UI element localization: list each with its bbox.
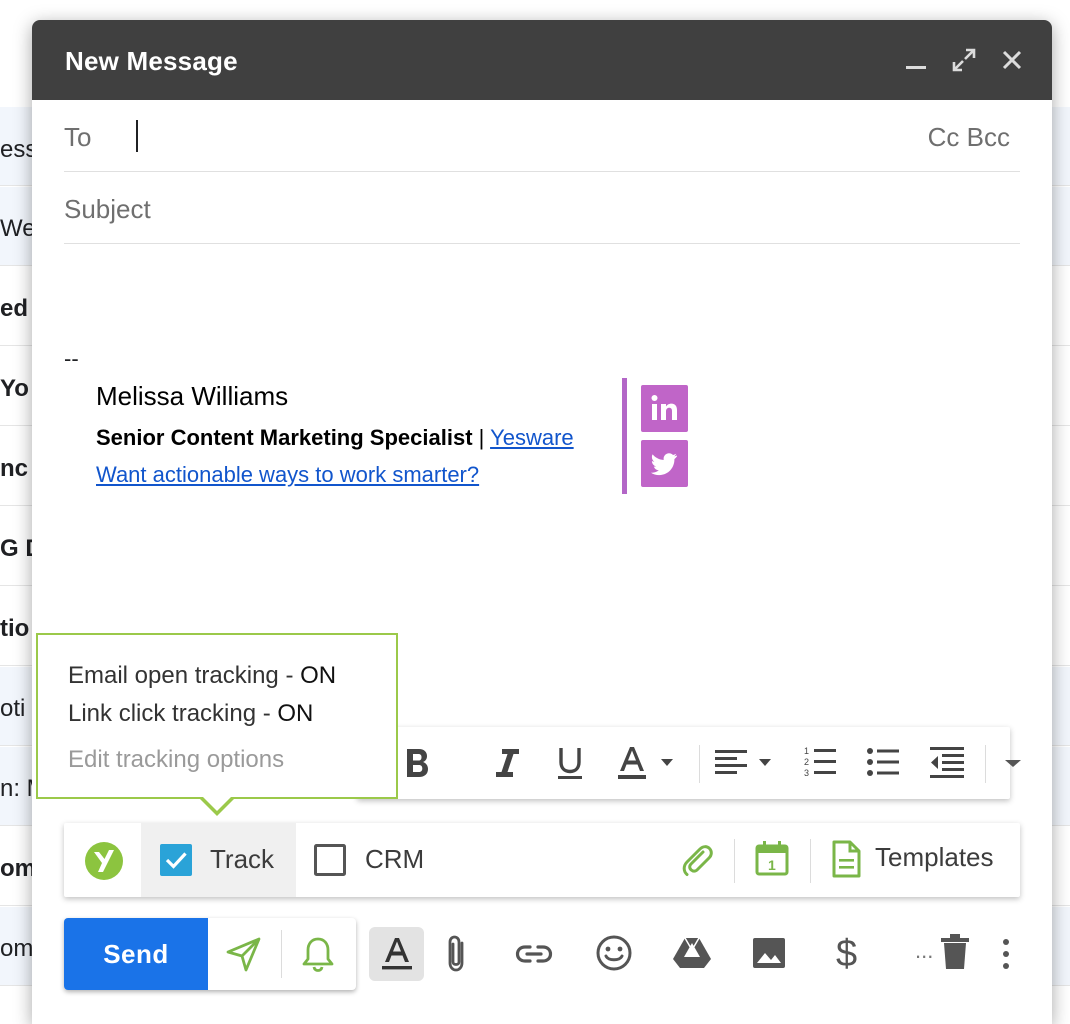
- text-format-icon: [382, 938, 412, 970]
- text-color-icon[interactable]: [615, 743, 685, 783]
- track-toggle[interactable]: Track: [141, 823, 296, 897]
- svg-text:$: $: [836, 933, 857, 974]
- svg-text:1: 1: [804, 746, 809, 756]
- dollar-icon[interactable]: $: [834, 930, 864, 974]
- align-icon[interactable]: [713, 743, 783, 783]
- svg-text:3: 3: [804, 768, 809, 778]
- tooltip-arrow-inner: [203, 797, 231, 811]
- text-caret: [136, 120, 138, 152]
- compose-header[interactable]: New Message: [32, 20, 1052, 100]
- signature-name: Melissa Williams: [96, 381, 289, 411]
- to-field[interactable]: To Cc Bcc: [64, 100, 1020, 172]
- track-label: Track: [210, 844, 275, 874]
- compose-window: New Message To Cc Bcc Subject -- Melissa…: [32, 20, 1052, 1024]
- discard-trash-icon[interactable]: [938, 932, 972, 972]
- twitter-icon[interactable]: [641, 440, 688, 487]
- svg-text:1: 1: [768, 857, 776, 873]
- edit-tracking-options-link[interactable]: Edit tracking options: [68, 746, 284, 774]
- expand-icon[interactable]: [948, 44, 980, 76]
- bulleted-list-icon[interactable]: [865, 743, 905, 783]
- signature-title: Senior Content Marketing Specialist: [96, 425, 473, 450]
- link-tracking-state: ON: [277, 700, 314, 727]
- insert-link-icon[interactable]: [514, 937, 554, 971]
- templates-button[interactable]: Templates: [830, 823, 1010, 897]
- tracking-tooltip: Email open tracking - ON Link click trac…: [36, 633, 398, 799]
- more-formatting-icon[interactable]: [997, 743, 1029, 783]
- google-drive-icon[interactable]: [672, 935, 712, 971]
- toolbar-divider: [281, 930, 282, 978]
- send-button[interactable]: Send: [64, 918, 208, 990]
- yesware-logo-icon[interactable]: [84, 841, 124, 881]
- formatting-options-button[interactable]: [369, 927, 424, 981]
- emoji-icon[interactable]: [594, 933, 634, 973]
- subject-field[interactable]: Subject: [64, 172, 1020, 244]
- numbered-list-icon[interactable]: 1 2 3: [802, 743, 842, 783]
- subject-placeholder: Subject: [64, 194, 151, 224]
- italic-icon[interactable]: [487, 743, 527, 783]
- toolbar-divider: [734, 839, 735, 883]
- yesware-toolbar: Track CRM 1 Templates: [64, 823, 1020, 897]
- link-tracking-label: Link click tracking -: [68, 700, 278, 727]
- templates-label: Templates: [875, 842, 994, 872]
- cc-bcc-link[interactable]: Cc Bcc: [928, 122, 1010, 153]
- insert-photo-icon[interactable]: [750, 935, 788, 971]
- attachment-icon[interactable]: [676, 839, 716, 879]
- send-group: Send: [64, 918, 356, 990]
- link-tracking-line: Link click tracking - ON: [68, 700, 313, 728]
- signature-tagline-link[interactable]: Want actionable ways to work smarter?: [96, 462, 479, 488]
- send-later-icon[interactable]: [224, 934, 264, 974]
- minimize-icon[interactable]: [900, 44, 932, 76]
- toolbar-divider: [699, 745, 700, 783]
- track-checkbox-icon[interactable]: [160, 844, 192, 876]
- more-vert-icon[interactable]: [996, 934, 1016, 974]
- open-tracking-label: Email open tracking -: [68, 662, 301, 689]
- indent-less-icon[interactable]: [928, 743, 968, 783]
- toolbar-divider: [985, 745, 986, 783]
- attach-file-icon[interactable]: [440, 933, 474, 975]
- crm-checkbox-icon[interactable]: [314, 844, 346, 876]
- bold-icon[interactable]: [397, 743, 437, 783]
- underline-icon[interactable]: [550, 743, 590, 783]
- open-tracking-state: ON: [300, 662, 337, 689]
- svg-text:2: 2: [804, 757, 809, 767]
- to-label: To: [64, 122, 92, 152]
- crm-toggle[interactable]: CRM: [313, 823, 443, 897]
- signature-separator: |: [472, 425, 491, 450]
- reminder-bell-icon[interactable]: [298, 934, 338, 974]
- crm-label: CRM: [365, 844, 425, 874]
- more-options-ellipsis[interactable]: ...: [915, 938, 933, 964]
- schedule-calendar-icon[interactable]: 1: [754, 839, 790, 879]
- close-icon[interactable]: [996, 44, 1028, 76]
- signature-title-line: Senior Content Marketing Specialist | Ye…: [96, 425, 574, 451]
- document-icon: [832, 840, 861, 878]
- signature-company-link[interactable]: Yesware: [490, 425, 574, 450]
- open-tracking-line: Email open tracking - ON: [68, 662, 336, 690]
- toolbar-divider: [810, 839, 811, 883]
- signature-dash: --: [64, 346, 79, 371]
- formatting-toolbar: 1 2 3: [357, 727, 1021, 799]
- linkedin-icon[interactable]: [641, 385, 688, 432]
- compose-title: New Message: [65, 46, 238, 76]
- signature-divider: [622, 378, 627, 494]
